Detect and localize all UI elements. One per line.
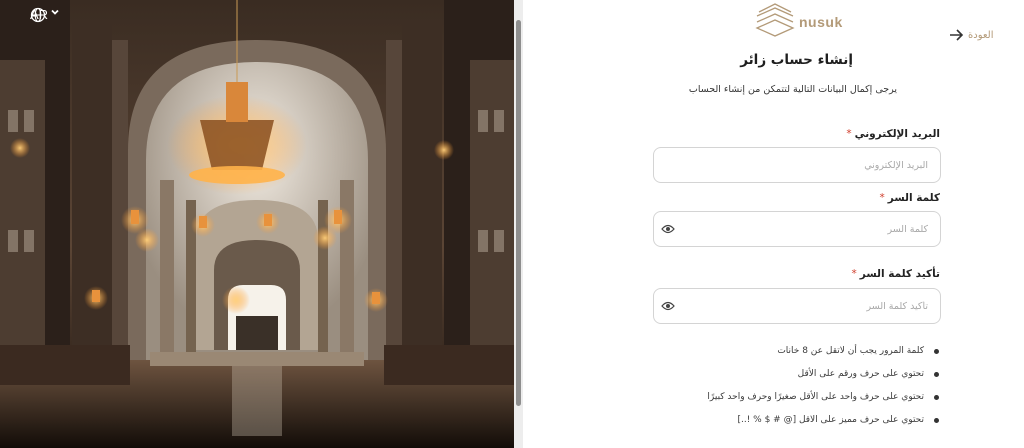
required-mark: * [846, 128, 852, 140]
scrollbar-thumb[interactable] [516, 20, 521, 406]
logo-wordmark: nusuk [799, 14, 843, 30]
password-rule: كلمة المرور يجب أن لاتقل عن 8 خانات [707, 344, 940, 367]
mosque-photo: AR [0, 0, 514, 448]
signup-panel: nusuk العودة إنشاء حساب زائر يرجى إكمال … [523, 0, 1024, 448]
eye-icon[interactable] [661, 223, 675, 235]
back-label: العودة [968, 29, 994, 41]
page-title: إنشاء حساب زائر [740, 52, 853, 68]
chevron-down-icon [51, 9, 59, 15]
password-field-box [653, 211, 941, 247]
password-label-text: كلمة السر [887, 192, 940, 204]
password-rule: تحتوي على حرف مميز على الاقل [@ # $ % !.… [707, 413, 940, 436]
page-subtitle: يرجى إكمال البيانات التالية لتتمكن من إن… [688, 84, 897, 95]
email-label-text: البريد الإلكتروني [854, 128, 940, 140]
mosque-interior-illustration [0, 0, 514, 448]
password-field[interactable] [654, 212, 940, 246]
confirm-password-label-text: تأكيد كلمة السر [859, 268, 940, 280]
required-mark: * [851, 268, 857, 280]
required-mark: * [879, 192, 885, 204]
email-field-box [653, 147, 941, 183]
confirm-password-field[interactable] [654, 289, 940, 323]
password-rule: تحتوي على حرف ورقم على الأقل [707, 367, 940, 390]
globe-icon [30, 7, 46, 23]
password-label: كلمة السر* [880, 192, 940, 204]
email-label: البريد الإلكتروني* [846, 128, 940, 140]
confirm-password-label: تأكيد كلمة السر* [852, 268, 940, 280]
email-field[interactable] [654, 148, 940, 182]
password-rule: تحتوي على حرف واحد على الأقل صغيرًا وحرف… [707, 390, 940, 413]
arrow-right-icon [950, 29, 964, 41]
password-rules-list: كلمة المرور يجب أن لاتقل عن 8 خانات تحتو… [707, 344, 940, 436]
eye-icon[interactable] [661, 300, 675, 312]
back-link[interactable]: العودة [948, 28, 994, 42]
confirm-password-field-box [653, 288, 941, 324]
language-selector[interactable]: AR [30, 7, 59, 23]
